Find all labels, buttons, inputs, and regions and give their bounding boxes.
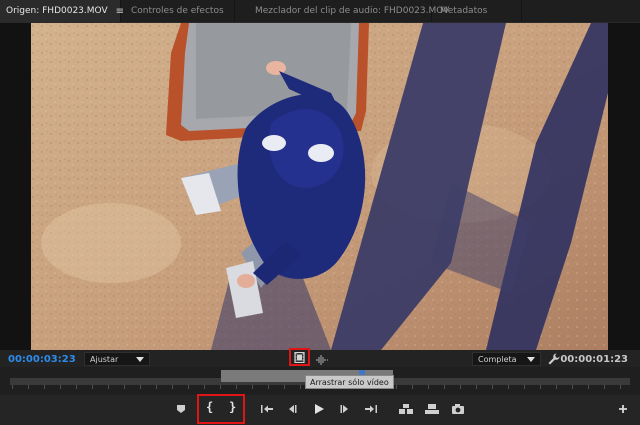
playhead-timecode[interactable]: 00:00:03:23: [8, 354, 76, 365]
go-to-in-icon: [261, 405, 273, 413]
go-to-in-button[interactable]: [259, 402, 275, 416]
ruler-tick: [28, 385, 29, 389]
tab-audio-clip-mixer[interactable]: Mezclador del clip de audio: FHD0023.MOV: [235, 0, 449, 22]
tab-effect-controls[interactable]: Controles de efectos: [121, 0, 235, 22]
ruler-tick: [300, 385, 301, 389]
ruler-tick: [268, 385, 269, 389]
tab-metadata-label: Metadatos: [440, 6, 488, 16]
chevron-down-icon: [136, 357, 144, 362]
export-frame-button[interactable]: [450, 402, 466, 416]
ruler-tick: [108, 385, 109, 389]
step-back-button[interactable]: [284, 402, 300, 416]
play-icon: [315, 404, 324, 414]
step-back-icon: [289, 405, 297, 413]
ruler-tick: [188, 385, 189, 389]
go-to-out-button[interactable]: [363, 402, 379, 416]
wrench-icon: [548, 353, 560, 365]
mark-in-button[interactable]: {: [206, 400, 213, 414]
drag-video-only-button[interactable]: [289, 348, 310, 366]
ruler-tick: [428, 385, 429, 389]
ruler-tick: [124, 385, 125, 389]
ruler-tick: [460, 385, 461, 389]
ruler-tick: [236, 385, 237, 389]
ruler-tick: [412, 385, 413, 389]
video-frame-image: [31, 23, 608, 350]
play-button[interactable]: [311, 402, 327, 416]
film-strip-icon: [294, 351, 305, 363]
ruler-tick: [140, 385, 141, 389]
camera-icon: [452, 404, 464, 414]
chevron-down-icon: [527, 357, 535, 362]
add-marker-button[interactable]: [173, 402, 189, 416]
panel-tab-bar: Origen: FHD0023.MOV ≡ Controles de efect…: [0, 0, 640, 23]
in-out-highlight: [197, 394, 245, 424]
audio-waveform-icon: [316, 355, 328, 365]
tooltip: Arrastrar sólo vídeo: [305, 375, 394, 389]
ruler-tick: [588, 385, 589, 389]
insert-button[interactable]: [398, 402, 414, 416]
insert-icon: [399, 404, 413, 414]
ruler-tick: [572, 385, 573, 389]
ruler-tick: [76, 385, 77, 389]
go-to-out-icon: [365, 405, 377, 413]
ruler-tick: [220, 385, 221, 389]
ruler-tick: [396, 385, 397, 389]
ruler-tick: [540, 385, 541, 389]
overwrite-button[interactable]: [424, 402, 440, 416]
settings-button[interactable]: [547, 351, 561, 365]
video-frame[interactable]: [31, 23, 608, 350]
ruler-tick: [252, 385, 253, 389]
overwrite-icon: [425, 404, 439, 414]
tab-effect-controls-label: Controles de efectos: [131, 6, 224, 16]
marker-icon: [177, 405, 185, 413]
tab-metadata[interactable]: Metadatos: [432, 0, 522, 22]
drag-audio-only-button[interactable]: [315, 351, 329, 365]
ruler-tick: [524, 385, 525, 389]
step-forward-button[interactable]: [337, 402, 353, 416]
ruler-tick: [92, 385, 93, 389]
ruler-tick: [604, 385, 605, 389]
step-forward-icon: [340, 405, 348, 413]
ruler-tick: [172, 385, 173, 389]
add-icon: [619, 405, 627, 413]
ruler-tick: [444, 385, 445, 389]
button-editor-button[interactable]: [615, 402, 631, 416]
ruler-tick: [156, 385, 157, 389]
playback-resolution-value: Completa: [478, 354, 517, 364]
zoom-fit-dropdown[interactable]: Ajustar: [84, 352, 150, 366]
tab-audio-clip-mixer-label: Mezclador del clip de audio: FHD0023.MOV: [255, 6, 450, 16]
tab-source-label: Origen: FHD0023.MOV: [6, 6, 108, 16]
ruler-tick: [620, 385, 621, 389]
ruler-tick: [60, 385, 61, 389]
mark-out-button[interactable]: }: [229, 400, 236, 414]
zoom-fit-value: Ajustar: [90, 354, 119, 364]
tab-source[interactable]: Origen: FHD0023.MOV ≡: [0, 0, 124, 22]
playback-resolution-dropdown[interactable]: Completa: [472, 352, 541, 366]
ruler-tick: [492, 385, 493, 389]
duration-timecode: 00:00:01:23: [560, 354, 628, 365]
ruler-tick: [508, 385, 509, 389]
ruler-tick: [44, 385, 45, 389]
ruler-tick: [284, 385, 285, 389]
ruler-tick: [476, 385, 477, 389]
ruler-tick: [12, 385, 13, 389]
ruler-tick: [556, 385, 557, 389]
ruler-tick: [204, 385, 205, 389]
